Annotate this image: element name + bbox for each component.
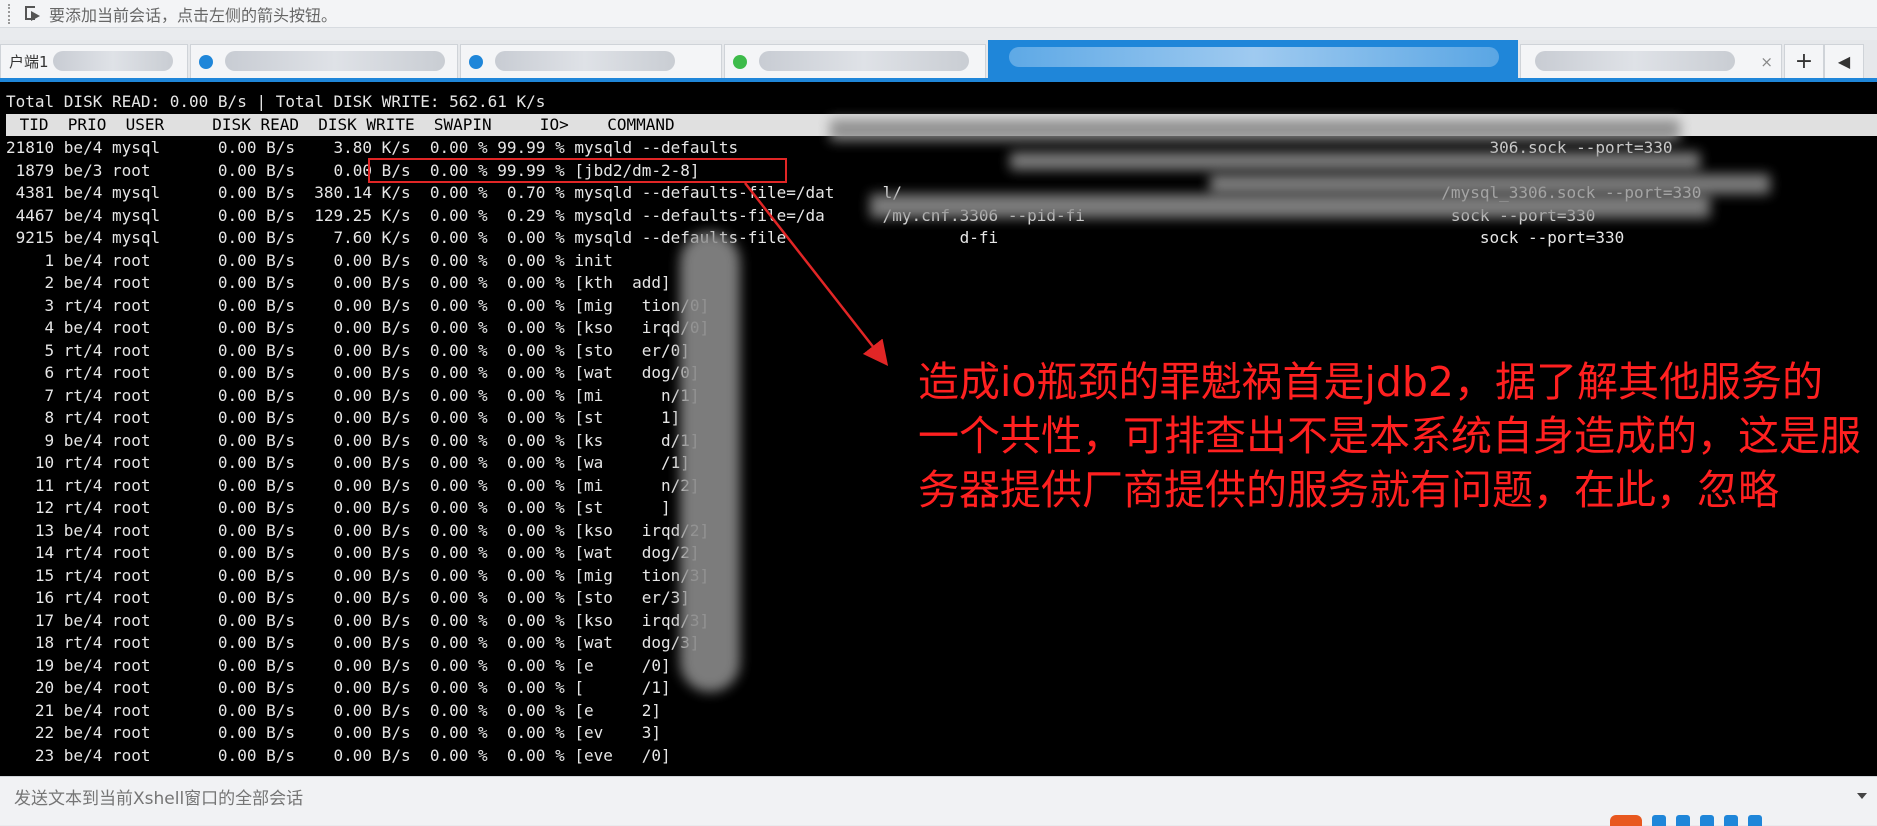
tray-app-icon[interactable]	[1676, 815, 1690, 826]
tray-app-icon[interactable]	[1610, 815, 1642, 826]
tray-app-icon[interactable]	[1700, 815, 1714, 826]
tray-app-icon[interactable]	[1652, 815, 1666, 826]
tray-app-icon[interactable]	[1748, 815, 1762, 826]
taskbar-tray	[1610, 815, 1762, 826]
compose-bar	[0, 776, 1877, 826]
chevron-down-icon[interactable]	[1857, 793, 1867, 799]
send-to-all-sessions-input[interactable]	[0, 785, 1860, 813]
annotation-text: 造成io瓶颈的罪魁祸首是jdb2，据了解其他服务的一个共性，可排查出不是本系统自…	[918, 358, 1861, 514]
tray-app-icon[interactable]	[1724, 815, 1738, 826]
